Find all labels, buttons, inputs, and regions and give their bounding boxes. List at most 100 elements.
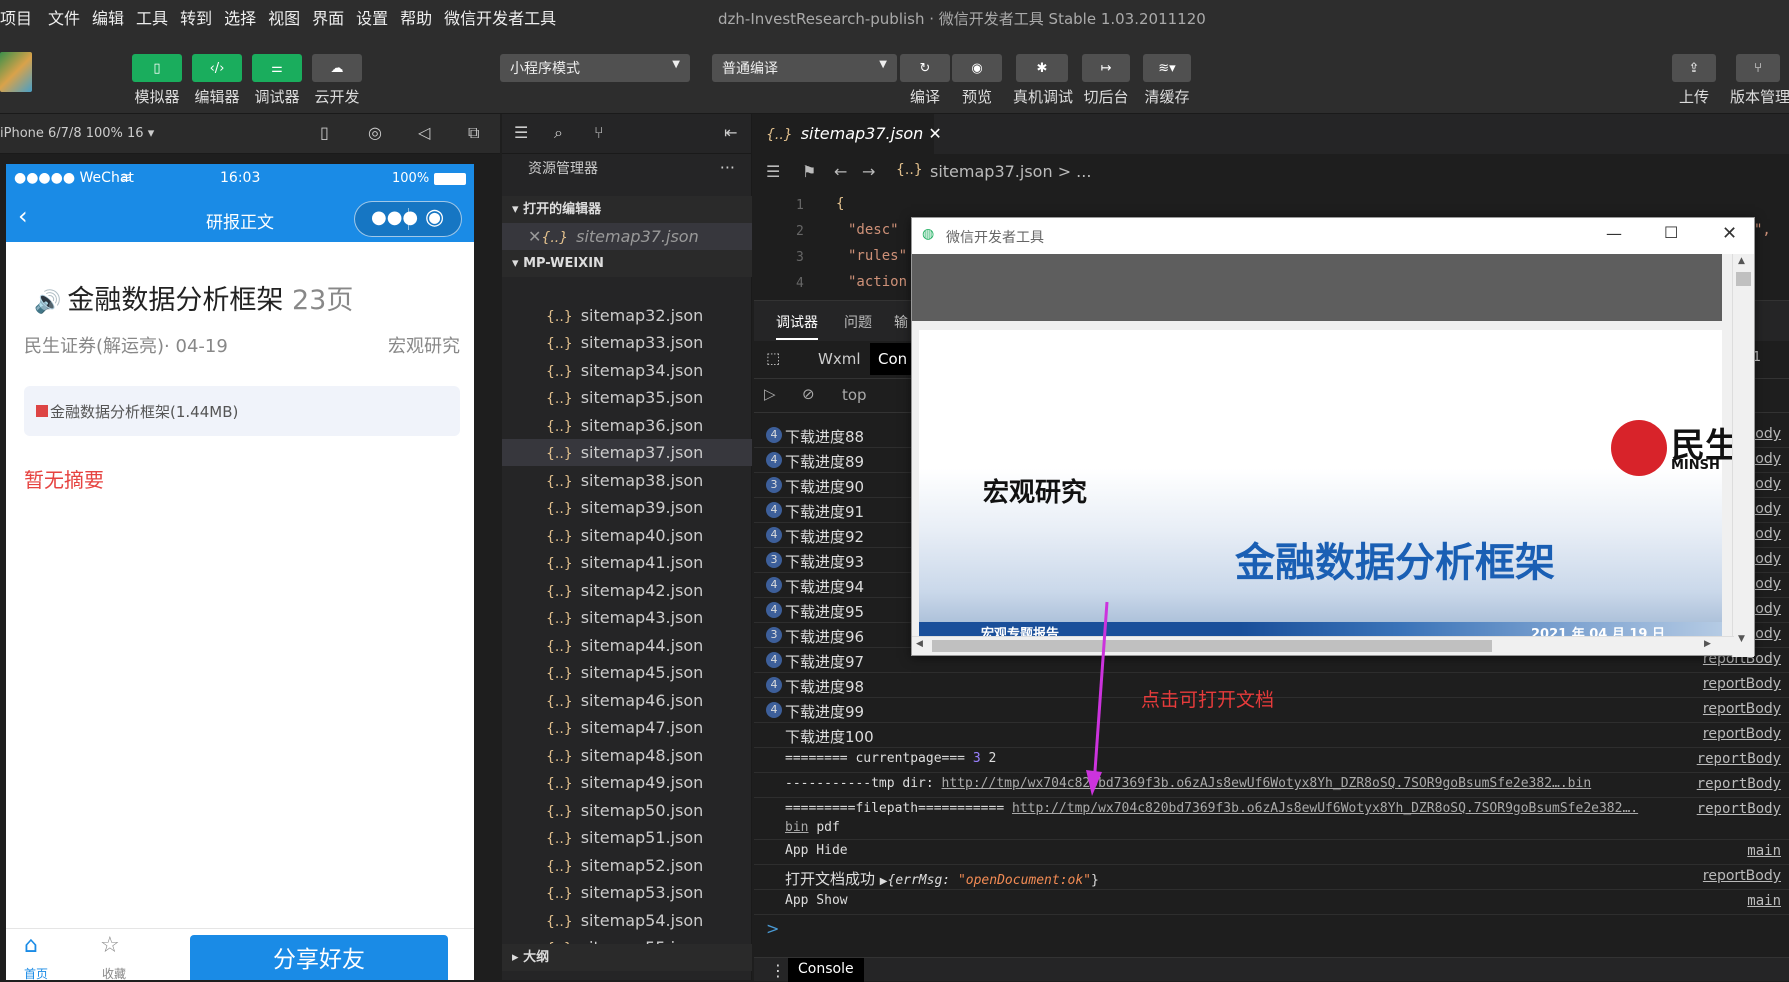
tab-sitemap37[interactable]: {..} sitemap37.json ✕ xyxy=(754,114,942,154)
scroll-thumb[interactable] xyxy=(1736,272,1751,286)
menu-select[interactable]: 选择 xyxy=(224,5,256,29)
device-select[interactable]: iPhone 6/7/8 100% 16 ▾ xyxy=(0,126,154,141)
scroll-up-icon[interactable]: ▲ xyxy=(1738,256,1745,266)
context-select[interactable]: top xyxy=(842,386,867,404)
list-icon[interactable]: ☰ xyxy=(514,123,528,142)
list-icon[interactable]: ☰ xyxy=(766,162,780,181)
star-icon[interactable]: ☆ xyxy=(100,933,120,958)
file-item[interactable]: {..} sitemap39.json xyxy=(502,494,752,521)
close-icon[interactable]: ✕ xyxy=(528,227,541,246)
mode-select[interactable]: 小程序模式 ▼ xyxy=(500,54,690,82)
file-item[interactable]: {..} sitemap41.json xyxy=(502,549,752,576)
file-item[interactable]: {..} sitemap37.json xyxy=(502,439,752,466)
tab-favorite[interactable]: 收藏 xyxy=(102,965,126,980)
collapse-panel-icon[interactable]: ⇤ xyxy=(724,123,737,142)
real-debug-button[interactable]: ✱ xyxy=(1016,54,1068,82)
close-miniprogram-icon[interactable]: ◉ xyxy=(425,205,444,230)
tab-console[interactable]: Con xyxy=(870,343,916,375)
log-source[interactable]: reportBody xyxy=(1697,776,1781,792)
log-source[interactable]: reportBody xyxy=(1703,868,1781,884)
outline-section[interactable]: ▸ 大纲 xyxy=(502,944,752,971)
log-link[interactable]: bin xyxy=(785,820,808,835)
drawer-console-tab[interactable]: Console xyxy=(788,958,864,982)
log-link[interactable]: http://tmp/wx704c820bd7369f3b.o6zAJs8ewU… xyxy=(942,776,1592,791)
back-arrow-icon[interactable]: ← xyxy=(834,162,847,181)
file-item[interactable]: {..} sitemap51.json xyxy=(502,824,752,851)
scroll-left-icon[interactable]: ◀ xyxy=(916,639,923,649)
background-button[interactable]: ↦ xyxy=(1082,54,1130,82)
clear-icon[interactable]: ⊘ xyxy=(802,385,815,403)
compile-button[interactable]: ↻ xyxy=(900,54,950,82)
scroll-right-icon[interactable]: ▶ xyxy=(1704,639,1711,649)
version-button[interactable]: ⑂ xyxy=(1736,54,1780,82)
debugger-button[interactable]: ⚌ xyxy=(252,54,302,82)
compile-mode-select[interactable]: 普通编译 ▼ xyxy=(712,54,897,82)
menu-devtools[interactable]: 微信开发者工具 xyxy=(444,5,556,29)
scroll-thumb[interactable] xyxy=(932,640,1492,652)
upload-button[interactable]: ⇪ xyxy=(1672,54,1716,82)
menu-view[interactable]: 视图 xyxy=(268,5,300,29)
file-item[interactable]: {..} sitemap40.json xyxy=(502,522,752,549)
log-source[interactable]: reportBody xyxy=(1703,701,1781,717)
horizontal-scrollbar[interactable]: ◀ ▶ xyxy=(912,636,1734,655)
vertical-scrollbar[interactable]: ▲ ▼ xyxy=(1732,254,1754,657)
file-item[interactable]: {..} sitemap34.json xyxy=(502,357,752,384)
window-icon[interactable]: ⧉ xyxy=(468,123,479,143)
menu-edit[interactable]: 编辑 xyxy=(92,5,124,29)
git-icon[interactable]: ⑂ xyxy=(594,123,604,142)
tab-output[interactable]: 输 xyxy=(894,312,908,332)
log-source[interactable]: reportBody xyxy=(1703,726,1781,742)
forward-arrow-icon[interactable]: → xyxy=(862,162,875,181)
file-item[interactable]: {..} sitemap54.json xyxy=(502,907,752,934)
clear-cache-button[interactable]: ≋▾ xyxy=(1143,54,1191,82)
open-editors-section[interactable]: ▾ 打开的编辑器 xyxy=(502,196,752,223)
sidebar-toggle-icon[interactable]: ▷ xyxy=(764,385,776,403)
menu-file[interactable]: 文件 xyxy=(48,5,80,29)
menu-settings[interactable]: 设置 xyxy=(356,5,388,29)
search-icon[interactable]: ⌕ xyxy=(554,123,563,143)
file-item[interactable]: {..} sitemap52.json xyxy=(502,852,752,879)
menu-project[interactable]: 项目 xyxy=(0,5,32,29)
home-icon[interactable]: ⌂ xyxy=(24,933,38,958)
file-item[interactable]: {..} sitemap45.json xyxy=(502,659,752,686)
close-icon[interactable]: ✕ xyxy=(928,124,941,143)
file-item[interactable]: {..} sitemap44.json xyxy=(502,632,752,659)
file-item[interactable]: {..} sitemap48.json xyxy=(502,742,752,769)
tab-home[interactable]: 首页 xyxy=(24,965,48,980)
bookmark-icon[interactable]: ⚑ xyxy=(802,162,816,181)
file-attachment[interactable]: 金融数据分析框架(1.44MB) xyxy=(24,386,460,436)
breadcrumb-path[interactable]: sitemap37.json > ... xyxy=(930,162,1091,181)
menu-help[interactable]: 帮助 xyxy=(400,5,432,29)
log-source[interactable]: reportBody xyxy=(1697,801,1781,817)
more-icon[interactable]: ··· xyxy=(720,158,735,177)
file-item[interactable]: {..} sitemap33.json xyxy=(502,329,752,356)
file-item[interactable]: {..} sitemap32.json xyxy=(502,302,752,329)
file-item[interactable]: {..} sitemap38.json xyxy=(502,467,752,494)
more-icon[interactable]: ●●● xyxy=(371,207,418,228)
menu-tools[interactable]: 工具 xyxy=(136,5,168,29)
file-item[interactable]: {..} sitemap49.json xyxy=(502,769,752,796)
speaker-icon[interactable]: 🔊 xyxy=(34,290,61,315)
file-item[interactable]: {..} sitemap35.json xyxy=(502,384,752,411)
expand-icon[interactable]: ▶ xyxy=(880,876,888,887)
open-editor-item[interactable]: ✕{..} sitemap37.json xyxy=(502,223,752,250)
menu-dots-icon[interactable]: ⋮ xyxy=(770,961,786,980)
speaker-icon[interactable]: ◁ xyxy=(418,123,430,142)
maximize-icon[interactable]: ☐ xyxy=(1664,223,1678,242)
close-icon[interactable]: ✕ xyxy=(1722,223,1737,244)
menu-interface[interactable]: 界面 xyxy=(312,5,344,29)
file-item[interactable]: {..} sitemap53.json xyxy=(502,879,752,906)
project-section[interactable]: ▾ MP-WEIXIN xyxy=(502,250,752,277)
file-item[interactable]: {..} sitemap36.json xyxy=(502,412,752,439)
simulator-button[interactable]: ▯ xyxy=(132,54,182,82)
log-source[interactable]: reportBody xyxy=(1703,676,1781,692)
log-source[interactable]: reportBody xyxy=(1697,751,1781,767)
phone-icon[interactable]: ▯ xyxy=(320,123,329,142)
preview-button[interactable]: ◉ xyxy=(952,54,1002,82)
editor-button[interactable]: ‹/› xyxy=(192,54,242,82)
file-item[interactable]: {..} sitemap43.json xyxy=(502,604,752,631)
log-source[interactable]: main xyxy=(1747,893,1781,909)
file-item[interactable]: {..} sitemap42.json xyxy=(502,577,752,604)
scroll-down-icon[interactable]: ▼ xyxy=(1738,634,1745,644)
file-item[interactable]: {..} sitemap50.json xyxy=(502,797,752,824)
